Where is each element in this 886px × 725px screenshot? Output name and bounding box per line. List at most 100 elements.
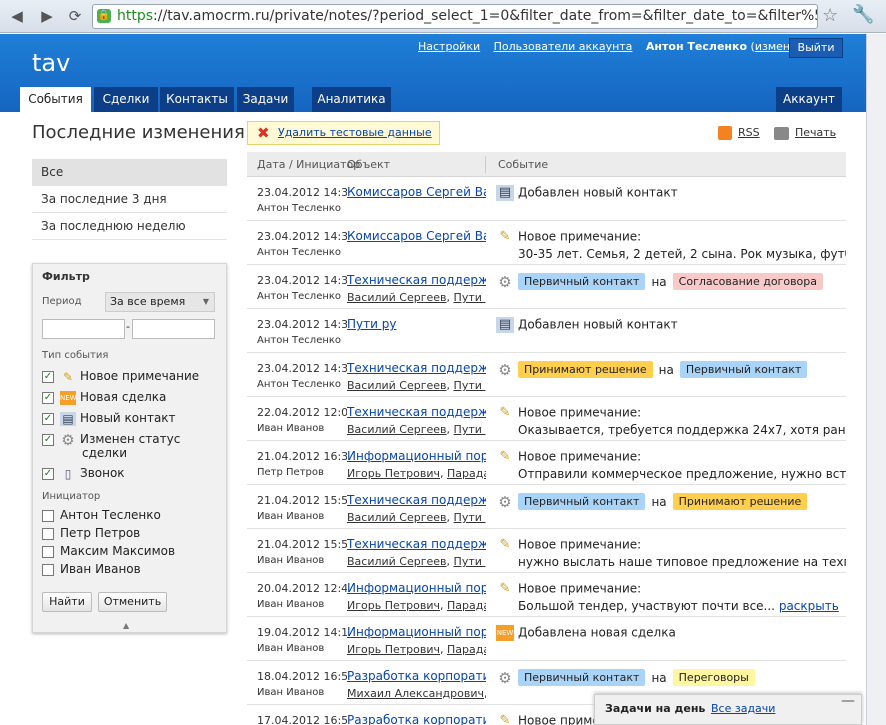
row-object-link[interactable]: Техническая поддержка [347, 493, 486, 507]
company-link[interactable]: Пути ру [454, 555, 486, 568]
logout-button[interactable]: Выйти [789, 38, 843, 58]
row-object-link[interactable]: Техническая поддержка [347, 273, 486, 287]
pencil-icon: ✎ [499, 449, 511, 464]
period-menu: Все За последние 3 дня За последнюю неде… [32, 159, 227, 240]
menu-all[interactable]: Все [32, 159, 227, 186]
bookmark-star-icon[interactable]: ☆ [822, 5, 838, 26]
company-link[interactable]: Пути ру [454, 423, 486, 436]
all-tasks-link[interactable]: Все задачи [711, 702, 775, 715]
checkbox[interactable]: ✓ [42, 391, 54, 404]
company-link[interactable]: Пути ру [454, 379, 486, 392]
contact-link[interactable]: Василий Сергеев [347, 555, 447, 568]
contact-link[interactable]: Василий Сергеев [347, 423, 447, 436]
period-select[interactable]: За все время ▼ [105, 292, 215, 312]
initiator-ivan[interactable]: Иван Иванов [42, 562, 141, 576]
print-link[interactable]: Печать [774, 126, 836, 140]
row-event-detail: Отправили коммерческое предложение, нужн… [518, 467, 846, 481]
status-badge: Переговоры [672, 669, 755, 686]
event-type-contact[interactable]: ✓ ▤ Новый контакт [42, 411, 176, 426]
pencil-icon: ✎ [499, 713, 511, 725]
date-from-input[interactable] [42, 319, 125, 339]
event-type-note[interactable]: ✓ ✎ Новое примечание [42, 369, 199, 384]
row-object-link[interactable]: Информационный портал [347, 625, 486, 639]
tab-tasks[interactable]: Задачи [237, 87, 294, 112]
event-type-label: Тип события [42, 350, 109, 361]
row-object-link[interactable]: Разработка корпоратив [347, 669, 486, 683]
back-icon[interactable]: ◀ [6, 5, 28, 27]
scrollbar[interactable] [866, 34, 886, 725]
initiator-petr[interactable]: Петр Петров [42, 526, 140, 540]
initiator-anton[interactable]: Антон Тесленко [42, 508, 161, 522]
checkbox[interactable]: ✓ [42, 370, 54, 383]
url-scheme: https [117, 8, 154, 24]
contact-link[interactable]: Василий Сергеев [347, 291, 447, 304]
row-event: ✎ Новое примечание: [496, 449, 846, 465]
menu-last-week[interactable]: За последнюю неделю [32, 213, 227, 240]
row-object-link[interactable]: Пути ру [347, 317, 486, 331]
event-type-call[interactable]: ✓ ▯ Звонок [42, 466, 125, 481]
company-link[interactable]: Парадайс [447, 643, 486, 656]
row-object-link[interactable]: Техническая поддержка [347, 537, 486, 551]
row-object-link[interactable]: Разработка корпоратив [347, 713, 486, 725]
tab-account[interactable]: Аккаунт [776, 87, 842, 112]
logo[interactable]: tav [32, 49, 70, 77]
tab-contacts[interactable]: Контакты [160, 87, 234, 112]
event-text: Добавлен новый контакт [518, 185, 678, 200]
contact-card-icon: ▤ [60, 411, 76, 426]
tab-analytics[interactable]: Аналитика [312, 87, 391, 112]
col-event-header: Событие [498, 158, 549, 171]
expand-link[interactable]: раскрыть [779, 599, 839, 613]
checkbox[interactable]: ✓ [42, 467, 54, 480]
row-object-link[interactable]: Комиссаров Сергей Вас [347, 229, 486, 243]
contact-link[interactable]: Василий Сергеев [347, 511, 447, 524]
contact-link[interactable]: Игорь Петрович [347, 643, 440, 656]
row-object-link[interactable]: Техническая поддержка [347, 361, 486, 375]
row-initiator: Антон Тесленко [257, 247, 342, 258]
company-link[interactable]: Пути ру [454, 291, 486, 304]
company-link[interactable]: Пути ру [454, 511, 486, 524]
company-link[interactable]: Парадайс [447, 467, 486, 480]
checkbox[interactable]: ✓ [42, 433, 54, 446]
row-object-link[interactable]: Техническая поддержка [347, 405, 486, 419]
contact-link[interactable]: Михаил Александрович [347, 687, 484, 700]
tab-deals[interactable]: Сделки [94, 87, 158, 112]
row-object-link[interactable]: Комиссаров Сергей Вас [347, 185, 486, 199]
checkbox[interactable] [42, 527, 54, 540]
status-badge: Принимают решение [518, 361, 653, 378]
reload-icon[interactable]: ⟳ [64, 5, 86, 27]
col-object-header[interactable]: Объект [347, 158, 390, 171]
wrench-icon[interactable]: 🔧 [852, 4, 874, 25]
checkbox[interactable]: ✓ [42, 412, 54, 425]
tab-events[interactable]: События [20, 87, 91, 112]
row-object-sub: Игорь Петрович, Парадайс [347, 467, 486, 480]
delete-test-data-link[interactable]: Удалить тестовые данные [278, 126, 432, 139]
contact-link[interactable]: Василий Сергеев [347, 379, 447, 392]
event-type-status[interactable]: ✓ ⚙ Изменен статус [42, 432, 180, 447]
collapse-arrow-icon[interactable]: ▲ [123, 621, 129, 630]
minimize-icon[interactable]: — [841, 693, 855, 709]
rss-link[interactable]: RSS [718, 126, 760, 140]
tasks-panel: Задачи на день Все задачи — [594, 693, 862, 725]
row-object-link[interactable]: Информационный портал [347, 449, 486, 463]
company-link[interactable]: Парадайс [447, 599, 486, 612]
initiator-maxim[interactable]: Максим Максимов [42, 544, 175, 558]
forward-icon[interactable]: ▶ [36, 5, 58, 27]
contact-link[interactable]: Игорь Петрович [347, 467, 440, 480]
event-type-deal[interactable]: ✓ NEW Новая сделка [42, 390, 166, 405]
row-object-link[interactable]: Информационный портал [347, 581, 486, 595]
contact-link[interactable]: Игорь Петрович [347, 599, 440, 612]
col-date-header[interactable]: Дата / Инициатор [257, 158, 360, 171]
find-button[interactable]: Найти [42, 592, 92, 612]
date-to-input[interactable] [132, 319, 215, 339]
checkbox[interactable] [42, 509, 54, 522]
menu-last-3-days[interactable]: За последние 3 дня [32, 186, 227, 213]
cancel-button[interactable]: Отменить [98, 592, 167, 612]
account-users-link[interactable]: Пользователи аккаунта [494, 40, 633, 53]
printer-icon [774, 126, 789, 140]
row-object-sub: Василий Сергеев, Пути ру [347, 291, 486, 304]
checkbox[interactable] [42, 545, 54, 558]
address-bar[interactable]: 🔒 https://tav.amocrm.ru/private/notes/?p… [92, 4, 818, 29]
settings-link[interactable]: Настройки [418, 40, 480, 53]
checkbox[interactable] [42, 563, 54, 576]
event-text: Добавлена новая сделка [518, 625, 676, 640]
